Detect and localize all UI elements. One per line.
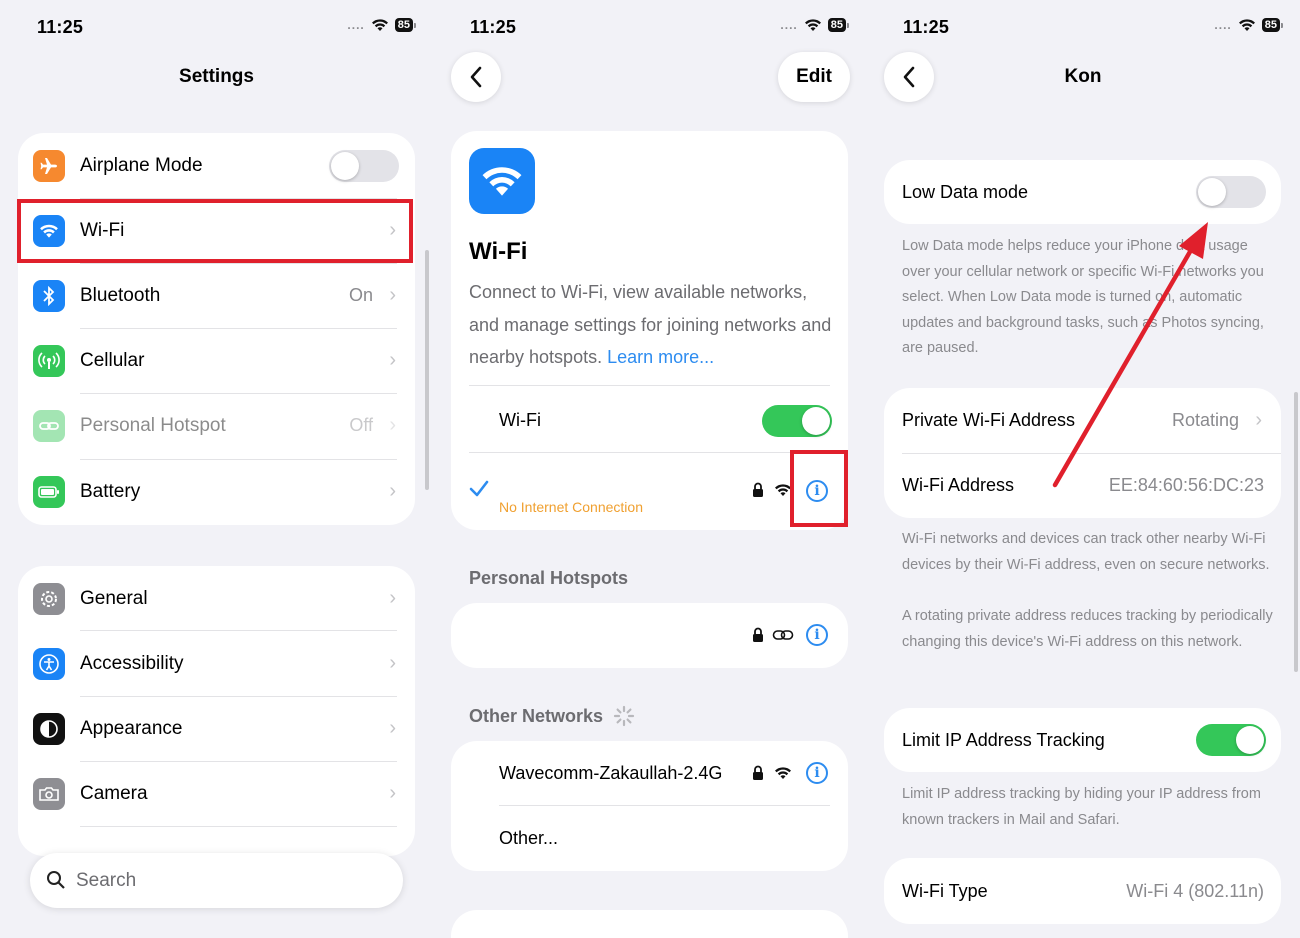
lock-icon [753,482,763,497]
chevron-right-icon: › [389,480,396,502]
settings-row-label: Camera [80,782,148,804]
accessibility-icon [33,648,65,680]
settings-row-label: Cellular [80,349,145,371]
settings-row-airplane[interactable]: Airplane Mode [18,133,415,198]
gear-icon [33,583,65,615]
page-title: Settings [179,66,254,87]
battery-icon [33,476,65,508]
annotation-arrow [1052,222,1208,488]
battery-status-icon: 85 [827,18,850,32]
settings-row-camera[interactable]: Camera › [18,761,415,826]
settings-row-hotspot[interactable]: Personal Hotspot Off › [18,393,415,458]
info-icon[interactable]: i [806,762,828,784]
search-placeholder: Search [76,870,137,891]
settings-row-label: General [80,587,148,609]
learn-more-link[interactable]: Learn more... [607,347,714,367]
wifi-title: Wi-Fi [469,238,528,265]
search-field[interactable]: Search [30,853,403,908]
highlight-box [790,450,848,527]
wifi-main-card: Wi-Fi Connect to Wi-Fi, view available n… [451,131,848,530]
wifi-app-icon [469,148,535,214]
other-networks-header-row: Other Networks [469,705,635,727]
other-networks-card: Wavecomm-Zakaullah-2.4G i Other... [451,741,848,871]
chevron-right-icon: › [389,652,396,674]
wifi-toggle-label: Wi-Fi [499,410,541,430]
wifi-toggle[interactable] [762,405,832,437]
network-detail-screen: 11:25 .... 85 Kon Low Data mode Low Data… [866,0,1300,938]
edit-button[interactable]: Edit [778,52,850,102]
chevron-left-icon [470,66,482,88]
airplane-mode-toggle[interactable] [329,150,399,182]
cellular-dots-icon: .... [780,18,798,32]
wifi-description: Connect to Wi-Fi, view available network… [469,276,834,374]
appearance-icon [33,713,65,745]
chevron-right-icon: › [389,414,396,436]
settings-row-label: Airplane Mode [80,154,203,176]
settings-row-label: Battery [80,480,141,502]
wifi-screen: 11:25 .... 85 Edit Wi-Fi Connect to Wi-F… [433,0,866,938]
lock-icon [753,765,763,780]
chevron-right-icon: › [389,587,396,609]
other-networks-header: Other Networks [469,705,604,726]
airplane-icon [33,150,65,182]
wifi-toggle-row: Wi-Fi [451,388,848,453]
settings-row-battery[interactable]: Battery › [18,459,415,524]
settings-screen: 11:25 .... 85 Settings Airplane Mode Wi-… [0,0,433,938]
cellular-dots-icon: .... [347,18,365,32]
network-name: Other... [499,828,559,848]
chevron-right-icon: › [389,782,396,804]
other-network-row[interactable]: Other... [451,806,848,871]
settings-row-value: On [348,285,373,305]
settings-row-accessibility[interactable]: Accessibility › [18,631,415,696]
camera-icon [33,778,65,810]
settings-row-general[interactable]: General › [18,566,415,631]
network-row[interactable]: Wavecomm-Zakaullah-2.4G i [451,741,848,806]
settings-row-label: Appearance [80,717,183,739]
wifi-signal-icon [775,767,791,779]
highlight-box [17,199,413,263]
network-name: Wavecomm-Zakaullah-2.4G [499,763,723,783]
scrollbar[interactable] [425,250,429,490]
next-section-card [451,910,848,938]
status-bar: 11:25 .... 85 [433,14,866,40]
hotspots-header: Personal Hotspots [469,568,629,588]
settings-row-label: Accessibility [80,652,184,674]
back-button[interactable] [451,52,501,102]
chevron-right-icon: › [389,717,396,739]
connection-status: No Internet Connection [499,499,643,515]
battery-status-icon: 85 [394,18,417,32]
settings-row-value: Off [349,415,373,435]
settings-group-general: General › Accessibility › Appearance › C… [18,566,415,856]
chevron-right-icon: › [389,349,396,371]
bluetooth-icon [33,280,65,312]
hotspot-link-icon [772,630,794,640]
hotspot-card[interactable]: i [451,603,848,668]
wifi-status-icon [371,19,388,31]
settings-row-cellular[interactable]: Cellular › [18,328,415,393]
settings-row-label: Personal Hotspot [80,414,226,436]
chevron-right-icon: › [389,284,396,306]
settings-row-appearance[interactable]: Appearance › [18,696,415,761]
hotspot-icon [33,410,65,442]
status-time: 11:25 [37,17,84,37]
search-icon [47,871,65,889]
wifi-status-icon [804,19,821,31]
spinner-icon [613,705,635,727]
checkmark-icon [469,480,489,497]
status-time: 11:25 [470,17,517,37]
connected-network-row[interactable]: No Internet Connection i [451,455,848,527]
lock-icon [753,627,763,642]
settings-group-connectivity: Airplane Mode Wi-Fi › Bluetooth On › Cel… [18,133,415,525]
settings-row-label: Bluetooth [80,284,161,306]
status-bar: 11:25 .... 85 [0,14,433,40]
info-icon[interactable]: i [806,624,828,646]
cellular-icon [33,345,65,377]
settings-row-bluetooth[interactable]: Bluetooth On › [18,263,415,328]
